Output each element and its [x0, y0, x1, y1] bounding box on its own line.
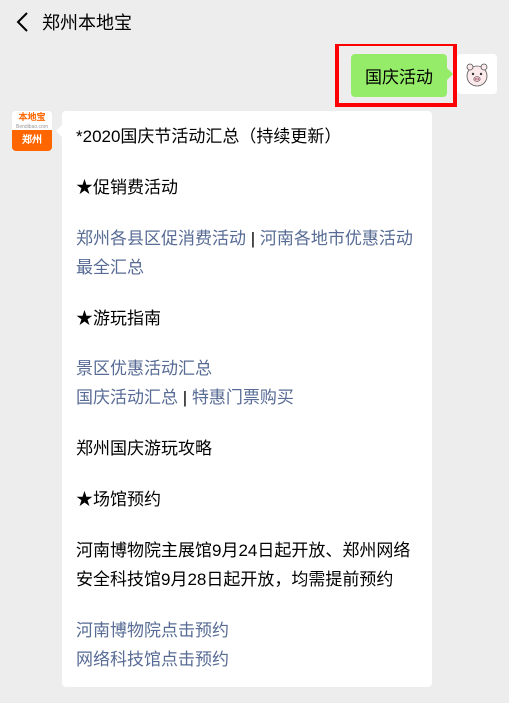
sent-bubble[interactable]: 国庆活动: [351, 54, 447, 97]
text-guide: 郑州国庆游玩攻略: [76, 435, 418, 464]
pig-avatar-icon: [462, 59, 492, 89]
link-museum-reserve[interactable]: 河南博物院点击预约: [76, 621, 229, 640]
received-bubble[interactable]: *2020国庆节活动汇总（持续更新） ★促销费活动 郑州各县区促消费活动 | 河…: [62, 111, 432, 687]
section-head-venue: ★场馆预约: [76, 486, 418, 515]
section-head-promo: ★促销费活动: [76, 174, 418, 203]
received-message-row: 本地宝 Bendibao.com 郑州 *2020国庆节活动汇总（持续更新） ★…: [12, 111, 497, 687]
link-techmuseum-reserve[interactable]: 网络科技馆点击预约: [76, 650, 229, 669]
back-button[interactable]: [8, 8, 36, 36]
chevron-left-icon: [15, 11, 29, 33]
sender-avatar[interactable]: [457, 54, 497, 94]
chat-area: 国庆活动 本地宝 Bendibao.com 郑州 *2020国庆节活动汇总（持续…: [0, 44, 509, 703]
avatar-brand-name: 本地宝: [12, 111, 52, 125]
text-venue-info: 河南博物院主展馆9月24日起开放、郑州网络安全科技馆9月28日起开放，均需提前预…: [76, 537, 418, 595]
section-head-guide: ★游玩指南: [76, 305, 418, 334]
chat-header: 郑州本地宝: [0, 0, 509, 44]
sent-bubble-wrap: 国庆活动: [351, 54, 447, 97]
msg-title: *2020国庆节活动汇总（持续更新）: [76, 123, 418, 152]
separator: |: [246, 229, 260, 248]
link-county-promo[interactable]: 郑州各县区促消费活动: [76, 229, 246, 248]
link-ticket-buy[interactable]: 特惠门票购买: [192, 388, 294, 407]
sent-message-row: 国庆活动: [12, 54, 497, 97]
chat-title: 郑州本地宝: [42, 9, 132, 35]
link-national-events[interactable]: 国庆活动汇总: [76, 388, 178, 407]
link-scenic-promo[interactable]: 景区优惠活动汇总: [76, 359, 212, 378]
receiver-avatar[interactable]: 本地宝 Bendibao.com 郑州: [12, 111, 52, 151]
avatar-city: 郑州: [12, 130, 52, 151]
separator: |: [178, 388, 192, 407]
